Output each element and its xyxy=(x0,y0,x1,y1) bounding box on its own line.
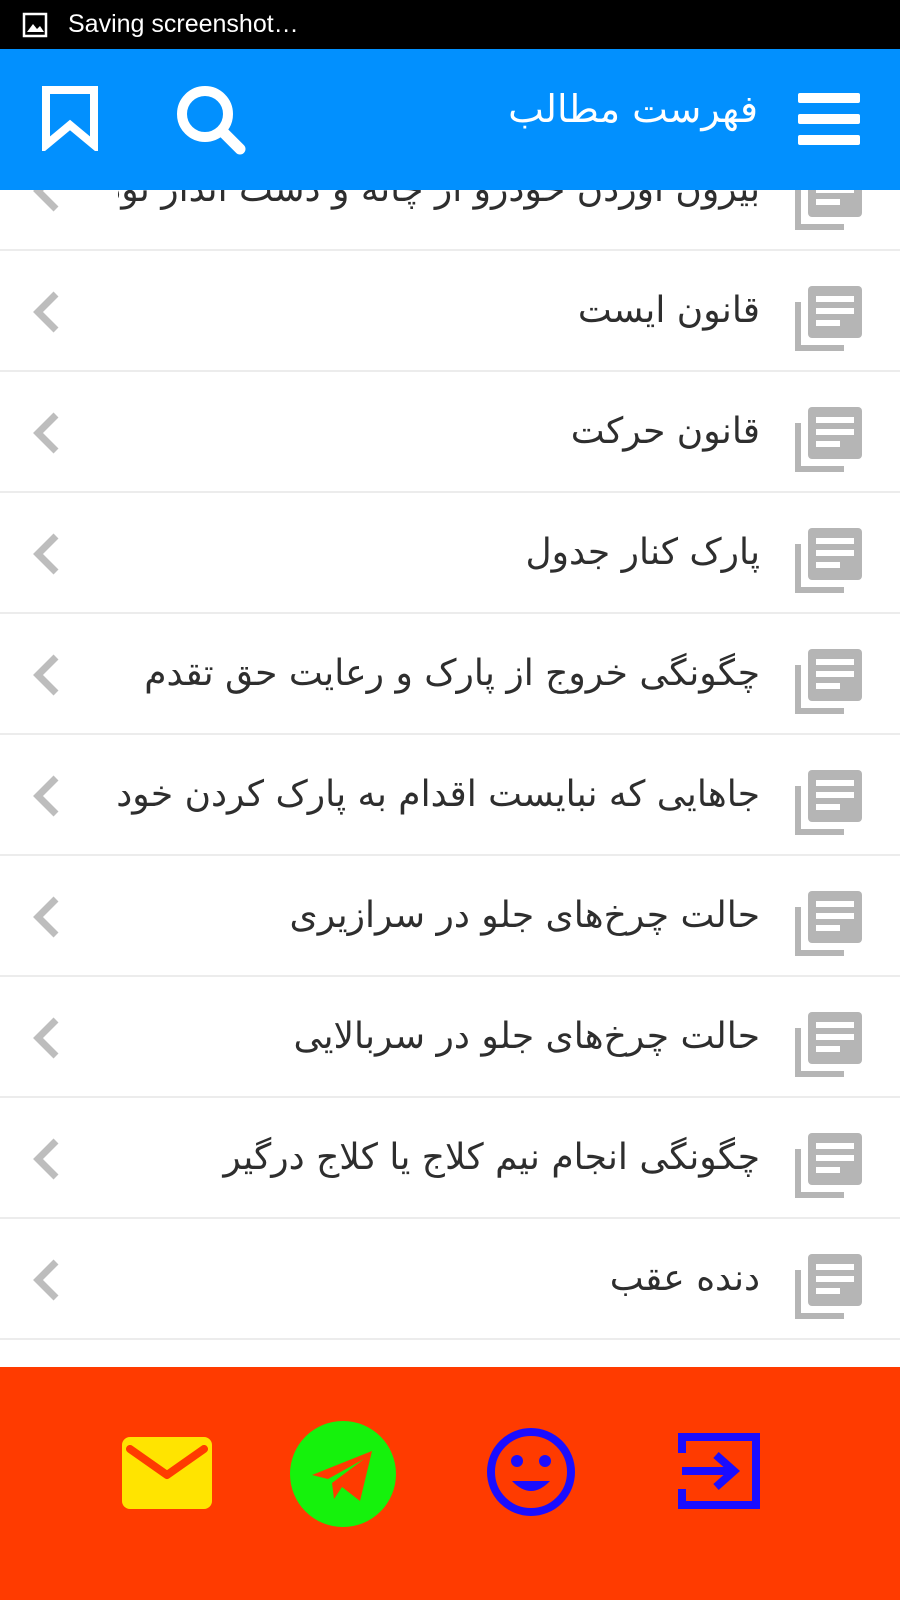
list-item[interactable]: چگونگی انجام نیم کلاج یا کلاج درگیر xyxy=(0,1098,900,1219)
telegram-icon[interactable] xyxy=(290,1421,396,1527)
list-item[interactable]: بیرون آوردن خودرو از چانه و دست انداز نو… xyxy=(0,190,900,251)
app-bar: فهرست مطالب xyxy=(0,49,900,190)
search-icon[interactable] xyxy=(174,83,250,159)
status-bar: Saving screenshot… xyxy=(0,0,900,49)
list-item-label: چگونگی خروج از پارک و رعایت حق تقدم xyxy=(144,653,760,694)
document-icon xyxy=(795,770,862,835)
chevron-left-icon xyxy=(33,896,59,938)
page-title: فهرست مطالب xyxy=(508,87,758,131)
list-item-label: جاهایی که نبایست اقدام به پارک کردن خودر… xyxy=(118,774,760,815)
list-item[interactable]: قانون حرکت xyxy=(0,372,900,493)
chevron-left-icon xyxy=(33,1138,59,1180)
document-icon xyxy=(795,407,862,472)
document-icon xyxy=(795,1133,862,1198)
list-item-label: قانون حرکت xyxy=(570,411,760,452)
status-text: Saving screenshot… xyxy=(68,10,299,38)
chevron-left-icon xyxy=(33,533,59,575)
bottom-bar xyxy=(0,1367,900,1600)
content-list[interactable]: بیرون آوردن خودرو از چانه و دست انداز نو… xyxy=(0,190,900,1367)
document-icon xyxy=(795,528,862,593)
list-item-label: چگونگی انجام نیم کلاج یا کلاج درگیر xyxy=(223,1137,760,1178)
chevron-left-icon xyxy=(33,1017,59,1059)
list-item[interactable]: حالت چرخ‌های جلو در سرازیری xyxy=(0,856,900,977)
document-icon xyxy=(795,1254,862,1319)
login-icon[interactable] xyxy=(678,1431,762,1511)
chevron-left-icon xyxy=(33,1259,59,1301)
chevron-left-icon xyxy=(33,654,59,696)
list-item-label: دنده عقب xyxy=(609,1258,760,1299)
list-item-label: حالت چرخ‌های جلو در سرازیری xyxy=(289,895,760,936)
mail-icon[interactable] xyxy=(122,1437,212,1509)
list-item[interactable]: حالت چرخ‌های جلو در سربالایی xyxy=(0,977,900,1098)
list-items: بیرون آوردن خودرو از چانه و دست انداز نو… xyxy=(0,190,900,1340)
document-icon xyxy=(795,891,862,956)
menu-icon[interactable] xyxy=(798,93,860,145)
smiley-icon[interactable] xyxy=(486,1427,576,1517)
list-item[interactable]: جاهایی که نبایست اقدام به پارک کردن خودر… xyxy=(0,735,900,856)
bookmark-icon[interactable] xyxy=(40,85,100,151)
list-item-label: بیرون آوردن خودرو از چانه و دست انداز نو… xyxy=(118,190,760,249)
chevron-left-icon xyxy=(33,190,59,212)
document-icon xyxy=(795,1012,862,1077)
chevron-left-icon xyxy=(33,291,59,333)
document-icon xyxy=(795,649,862,714)
list-item-label: قانون ایست xyxy=(577,290,760,331)
list-item-label: حالت چرخ‌های جلو در سربالایی xyxy=(293,1016,760,1057)
chevron-left-icon xyxy=(33,412,59,454)
document-icon xyxy=(795,286,862,351)
list-item-label: پارک کنار جدول xyxy=(525,532,760,573)
document-icon xyxy=(795,190,862,230)
chevron-left-icon xyxy=(33,775,59,817)
list-item[interactable]: چگونگی خروج از پارک و رعایت حق تقدم xyxy=(0,614,900,735)
image-icon xyxy=(22,12,48,37)
list-item[interactable]: پارک کنار جدول xyxy=(0,493,900,614)
list-item[interactable]: قانون ایست xyxy=(0,251,900,372)
list-item[interactable]: دنده عقب xyxy=(0,1219,900,1340)
